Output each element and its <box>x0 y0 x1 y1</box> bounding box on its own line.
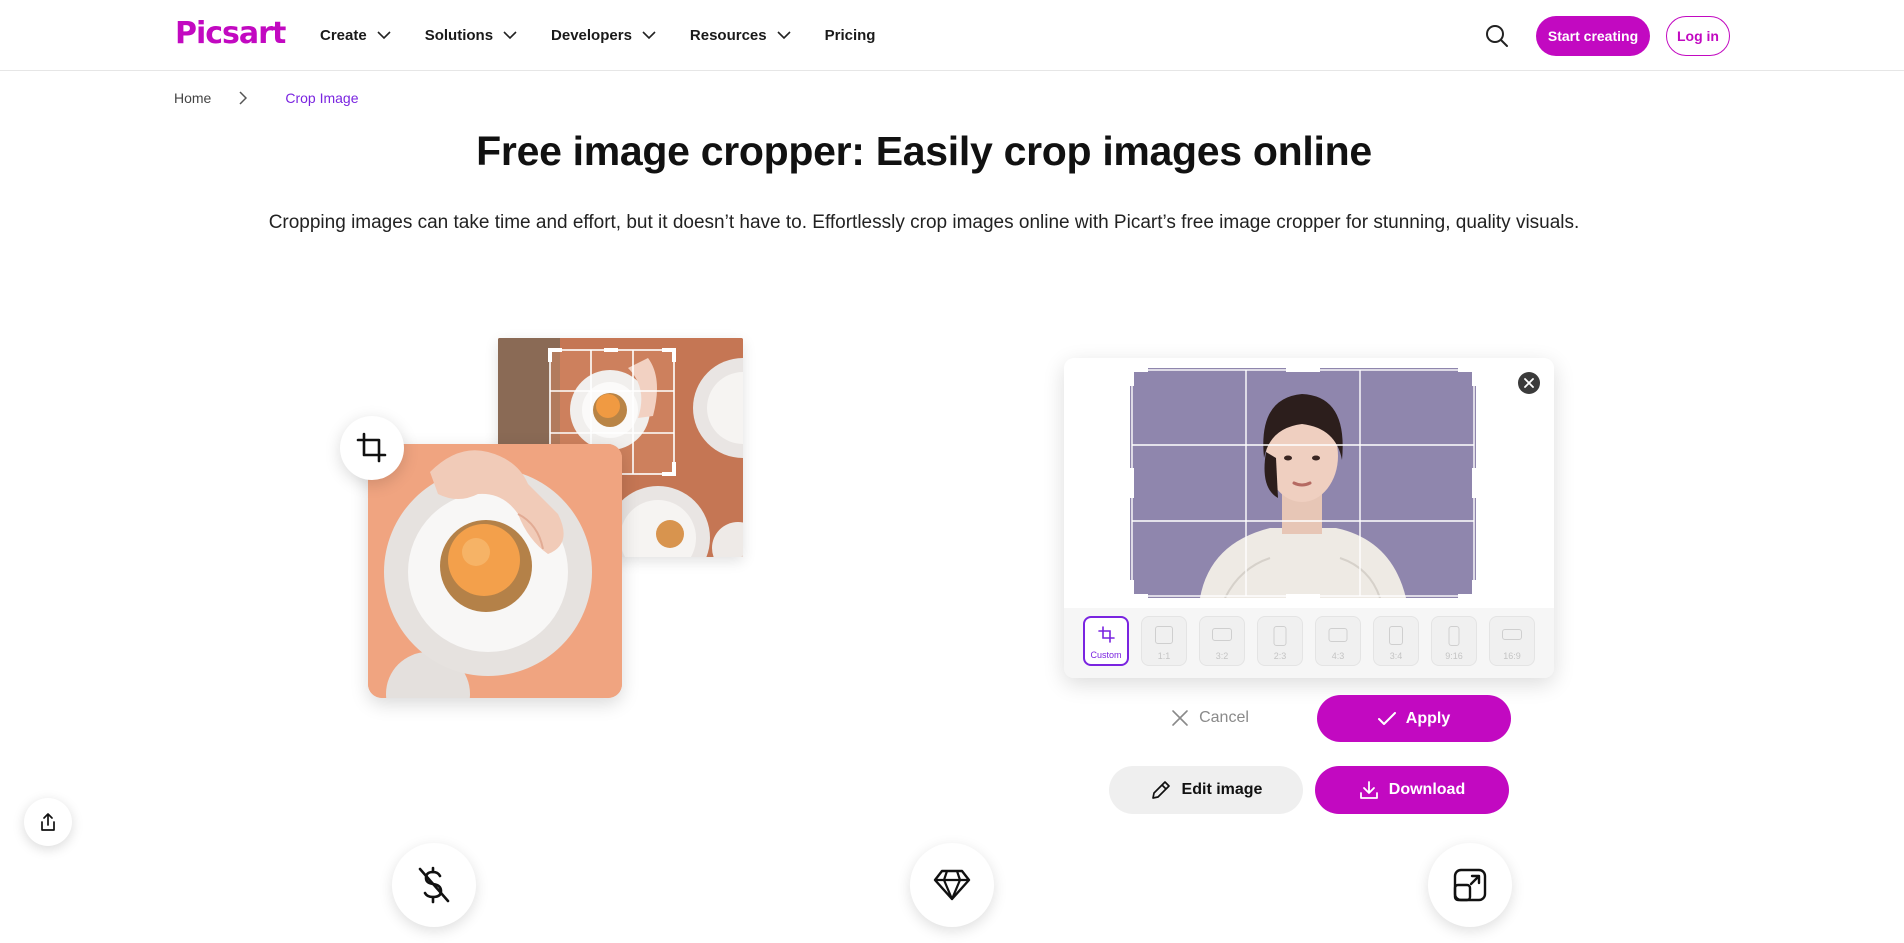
chevron-down-icon <box>377 31 391 40</box>
ratio-label: 2:3 <box>1273 651 1287 661</box>
ratio-label: 3:2 <box>1215 651 1229 661</box>
log-in-button[interactable]: Log in <box>1666 16 1730 56</box>
portrait-ratio-icon <box>1273 626 1287 646</box>
chevron-right-icon <box>239 91 248 105</box>
close-icon[interactable] <box>1518 372 1540 394</box>
crop-editor-card: Custom 1:1 3:2 2:3 4:3 3:4 9:16 16:9 <box>1064 358 1554 678</box>
edit-image-button[interactable]: Edit image <box>1109 766 1303 814</box>
crop-preview-image[interactable] <box>1130 368 1476 598</box>
chevron-down-icon <box>777 31 791 40</box>
nav-create-label: Create <box>320 27 367 44</box>
cancel-label: Cancel <box>1199 709 1249 726</box>
top-navbar: Picsart Create Solutions Developers Reso… <box>0 0 1904 71</box>
resize-icon <box>1453 868 1487 902</box>
aspect-ratio-selector: Custom 1:1 3:2 2:3 4:3 3:4 9:16 16:9 <box>1064 608 1554 678</box>
apply-button[interactable]: Apply <box>1317 695 1511 742</box>
nav-solutions-label: Solutions <box>424 27 494 44</box>
nav-pricing[interactable]: Pricing <box>825 27 876 44</box>
quality-feature-badge <box>910 843 994 927</box>
start-creating-button[interactable]: Start creating <box>1536 16 1650 56</box>
check-icon <box>1377 711 1396 725</box>
page-subtitle: Cropping images can take time and effort… <box>268 212 1580 233</box>
portrait-ratio-icon <box>1448 626 1460 646</box>
diamond-icon <box>933 869 971 901</box>
download-button[interactable]: Download <box>1315 766 1509 814</box>
nav-pricing-label: Pricing <box>824 27 876 44</box>
crop-icon <box>1098 626 1115 643</box>
nav-resources-label: Resources <box>689 27 767 44</box>
ratio-option-3-2[interactable]: 3:2 <box>1199 616 1245 666</box>
ratio-option-3-4[interactable]: 3:4 <box>1373 616 1419 666</box>
crop-demo-cropped-photo <box>368 444 622 698</box>
breadcrumb-current[interactable]: Crop Image <box>285 90 358 106</box>
nav-create[interactable]: Create <box>320 27 391 44</box>
dollar-off-icon <box>418 866 450 904</box>
landscape-ratio-icon <box>1502 629 1522 640</box>
nav-resources[interactable]: Resources <box>690 27 791 44</box>
ratio-label: 16:9 <box>1503 651 1521 661</box>
landscape-ratio-icon <box>1212 628 1232 641</box>
ratio-option-1-1[interactable]: 1:1 <box>1141 616 1187 666</box>
ratio-label: Custom <box>1090 650 1122 660</box>
cancel-button[interactable]: Cancel <box>1150 696 1270 740</box>
download-label: Download <box>1388 781 1466 798</box>
picsart-logo[interactable]: Picsart <box>175 16 286 51</box>
page-title: Free image cropper: Easily crop images o… <box>476 128 1372 174</box>
ratio-label: 3:4 <box>1389 651 1403 661</box>
ratio-label: 4:3 <box>1331 651 1345 661</box>
ratio-option-9-16[interactable]: 9:16 <box>1431 616 1477 666</box>
ratio-option-4-3[interactable]: 4:3 <box>1315 616 1361 666</box>
landscape-ratio-icon <box>1328 628 1348 642</box>
ratio-label: 1:1 <box>1157 651 1171 661</box>
ratio-label: 9:16 <box>1445 651 1463 661</box>
crop-icon <box>340 416 404 480</box>
free-feature-badge <box>392 843 476 927</box>
search-icon[interactable] <box>1484 23 1510 49</box>
share-icon <box>41 813 55 831</box>
ratio-option-custom[interactable]: Custom <box>1083 616 1129 666</box>
ratio-option-16-9[interactable]: 16:9 <box>1489 616 1535 666</box>
download-icon <box>1359 781 1378 799</box>
main-nav: Create Solutions Developers Resources Pr… <box>320 0 909 71</box>
ratio-option-2-3[interactable]: 2:3 <box>1257 616 1303 666</box>
breadcrumb-home[interactable]: Home <box>174 90 211 106</box>
apply-label: Apply <box>1405 709 1451 727</box>
breadcrumb: Home Crop Image <box>174 90 359 106</box>
close-icon <box>1172 710 1188 726</box>
square-ratio-icon <box>1155 626 1173 644</box>
nav-developers-label: Developers <box>551 27 632 44</box>
chevron-down-icon <box>642 31 656 40</box>
nav-developers[interactable]: Developers <box>551 27 656 44</box>
share-button[interactable] <box>24 798 72 846</box>
resize-feature-badge <box>1428 843 1512 927</box>
portrait-ratio-icon <box>1389 626 1403 645</box>
chevron-down-icon <box>503 31 517 40</box>
nav-solutions[interactable]: Solutions <box>425 27 517 44</box>
edit-image-label: Edit image <box>1181 781 1263 798</box>
pencil-icon <box>1151 781 1170 799</box>
